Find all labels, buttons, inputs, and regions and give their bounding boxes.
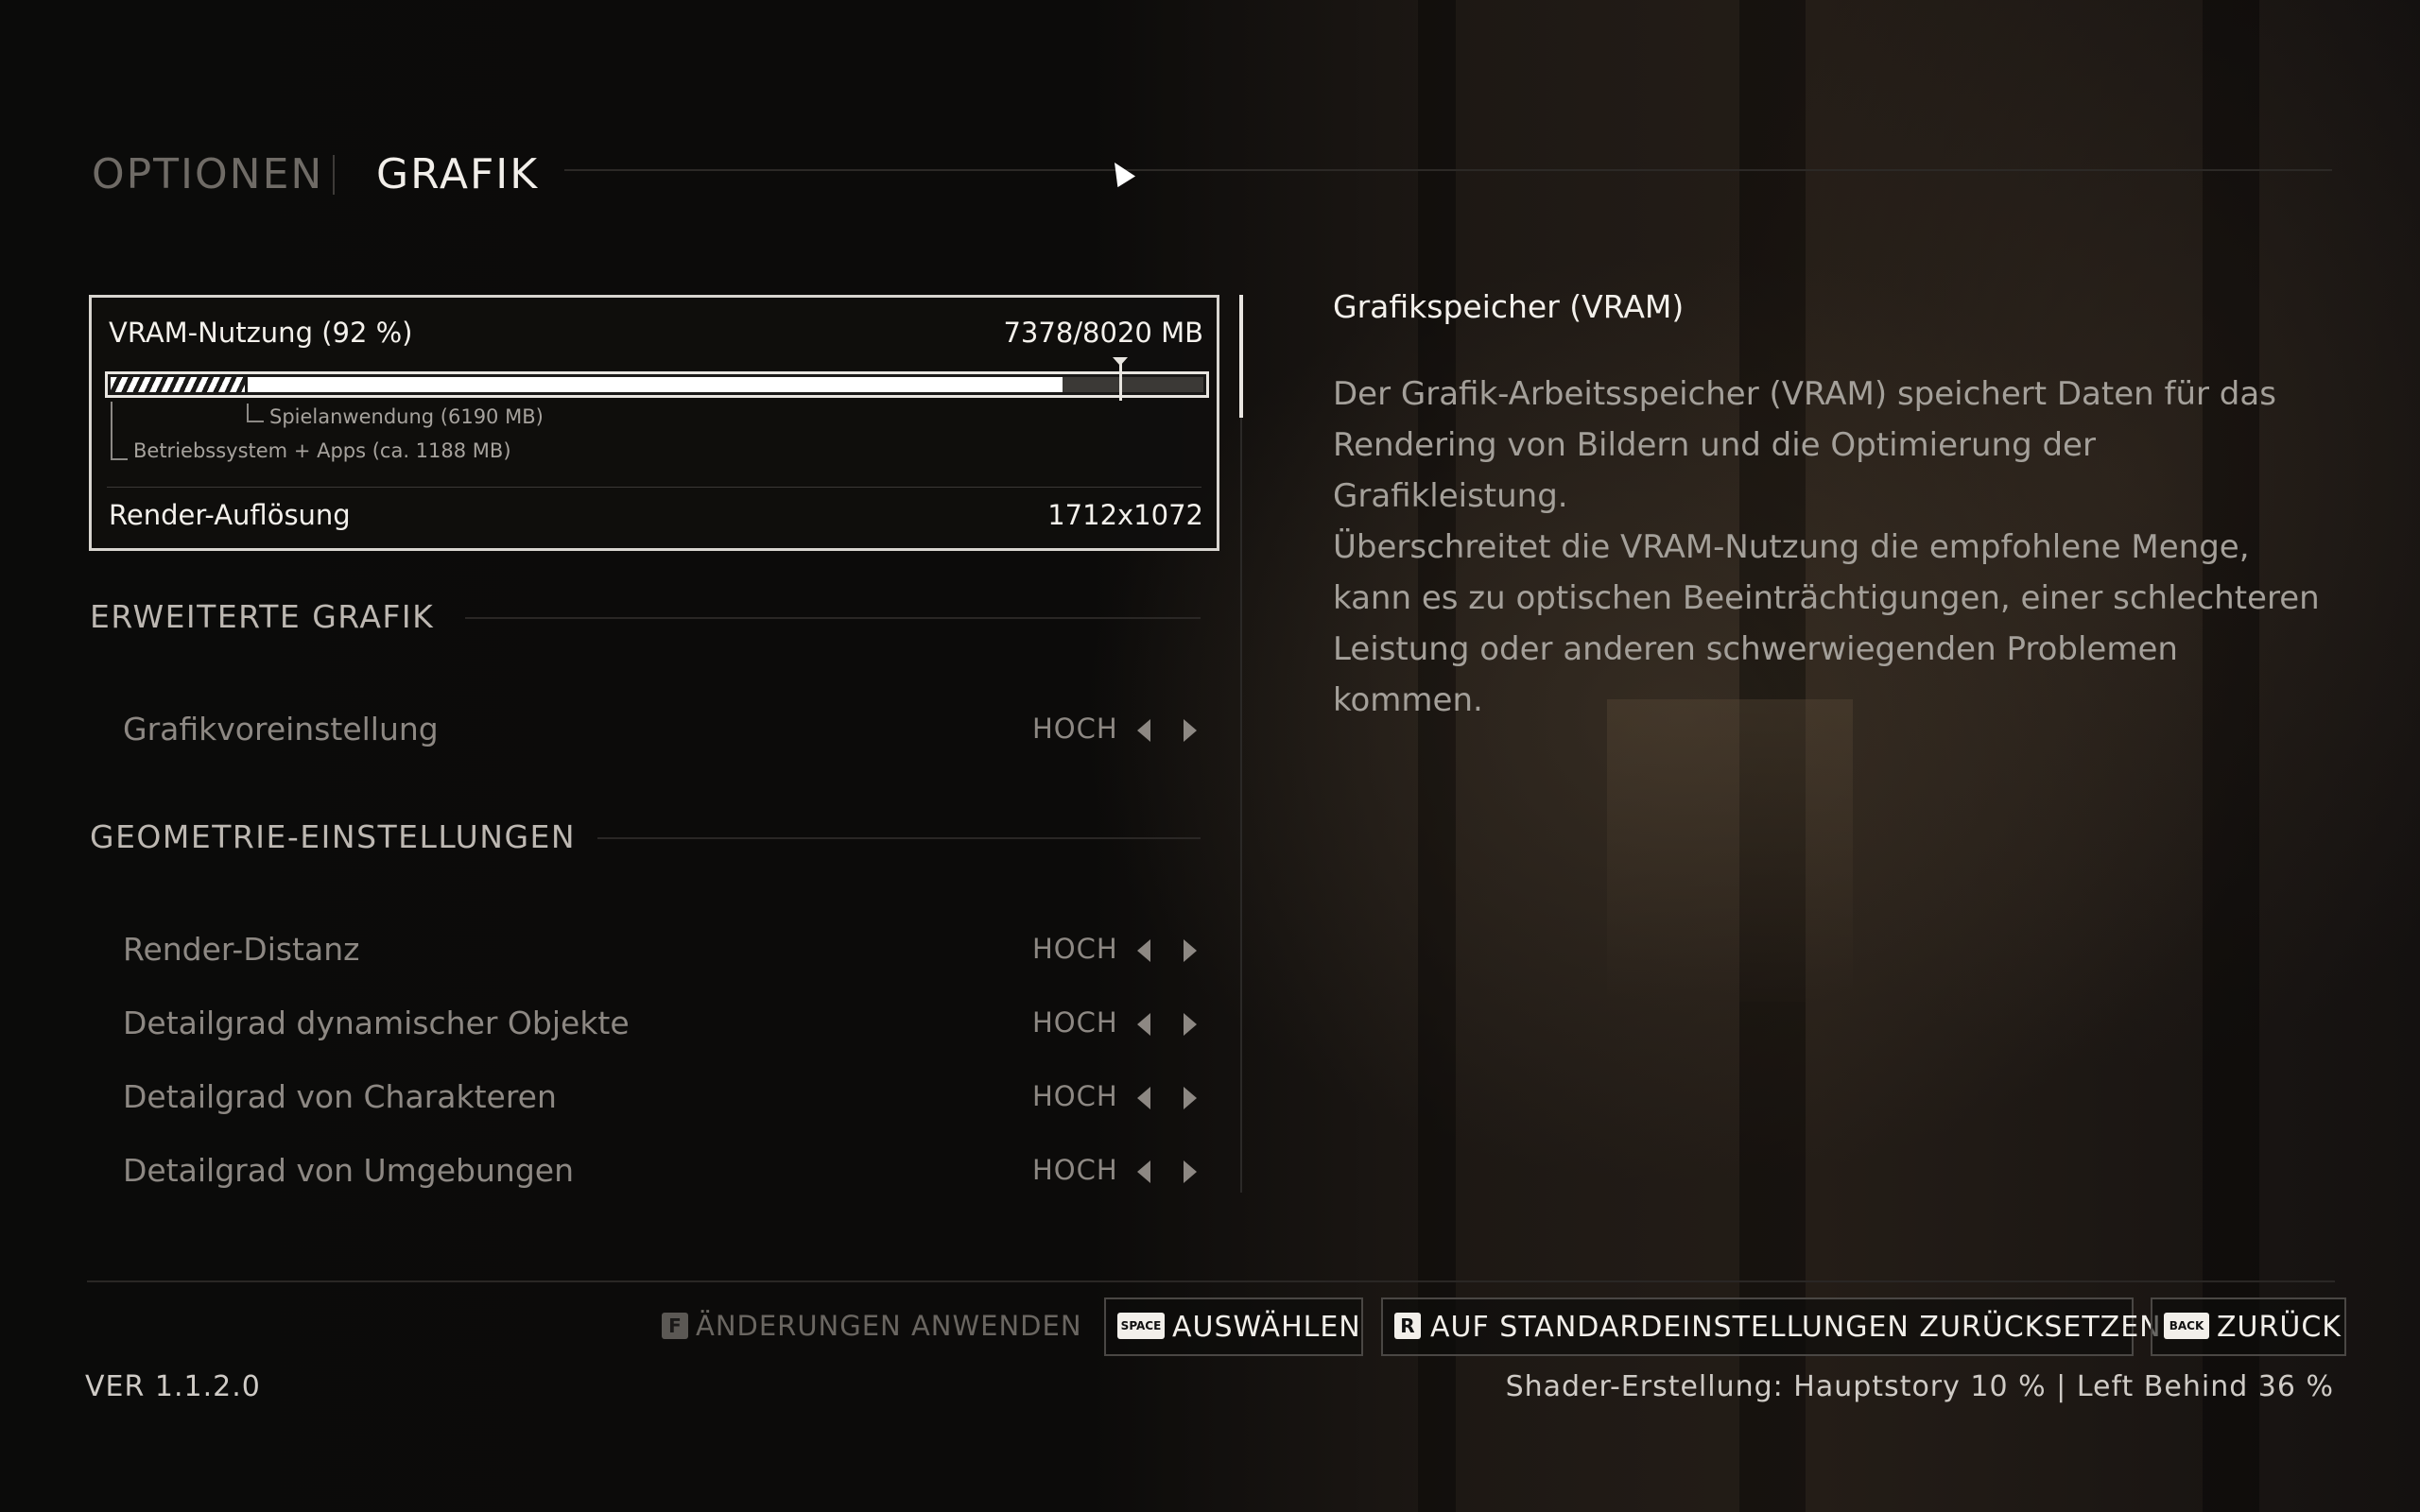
vram-usage-panel[interactable]: VRAM-Nutzung (92 %) 7378/8020 MB Spielan… [89,295,1219,551]
key-f-icon: F [662,1313,688,1339]
vram-bar-os-segment [111,377,245,392]
description-paragraph: Der Grafik-Arbeitsspeicher (VRAM) speich… [1333,375,2276,515]
vram-limit-marker-icon [1113,357,1128,366]
arrow-right-icon[interactable] [1184,1013,1197,1036]
setting-value: HOCH [1032,1080,1118,1112]
tab-grafik[interactable]: GRAFIK [376,142,539,208]
arrow-left-icon[interactable] [1137,1087,1150,1109]
arrow-right-icon[interactable] [1184,719,1197,742]
vram-bar-free-segment [1063,377,1203,392]
apply-changes-label: ÄNDERUNGEN ANWENDEN [696,1310,1082,1342]
key-back-icon: BACK [2164,1313,2209,1339]
arrow-left-icon[interactable] [1137,719,1150,742]
select-label: AUSWÄHLEN [1172,1311,1361,1344]
background-window [1607,699,1853,1002]
divider [107,487,1201,488]
setting-label: Detailgrad von Charakteren [123,1078,557,1115]
vram-usage-bar [105,357,1209,401]
setting-value: HOCH [1032,1154,1118,1186]
background-shadow [2203,0,2259,1512]
setting-label: Detailgrad von Umgebungen [123,1152,575,1189]
setting-label: Detailgrad dynamischer Objekte [123,1005,630,1041]
setting-value: HOCH [1032,713,1118,745]
tab-optionen[interactable]: OPTIONEN [92,142,323,208]
reset-defaults-label: AUF STANDARDEINSTELLUNGEN ZURÜCKSETZEN [1430,1311,2162,1344]
version-label: VER 1.1.2.0 [85,1370,261,1403]
vram-bar-game-segment [248,377,1063,392]
vram-legend-game: Spielanwendung (6190 MB) [269,405,544,428]
setting-detailgrad-von-charakteren[interactable]: Detailgrad von Charakteren HOCH [123,1069,1201,1125]
setting-detailgrad-von-umgebungen[interactable]: Detailgrad von Umgebungen HOCH [123,1143,1201,1199]
shader-compilation-status: Shader-Erstellung: Hauptstory 10 % | Lef… [1505,1370,2334,1403]
apply-changes-button[interactable]: F ÄNDERUNGEN ANWENDEN [662,1310,1082,1348]
setting-value: HOCH [1032,933,1118,965]
arrow-left-icon[interactable] [1137,1013,1150,1036]
arrow-left-icon[interactable] [1137,1160,1150,1183]
section-divider [597,837,1201,839]
setting-value: HOCH [1032,1006,1118,1039]
header-divider [564,169,2332,171]
setting-label: Grafikvoreinstellung [123,711,439,747]
setting-render-distanz[interactable]: Render-Distanz HOCH [123,921,1201,978]
scrollbar-thumb[interactable] [1239,295,1243,418]
setting-detailgrad-dynamischer-objekte[interactable]: Detailgrad dynamischer Objekte HOCH [123,995,1201,1052]
key-r-icon: R [1394,1313,1421,1339]
description-paragraph: Überschreitet die VRAM-Nutzung die empfo… [1333,528,2320,719]
description-title: Grafikspeicher (VRAM) [1333,288,1685,325]
reset-defaults-button[interactable]: R AUF STANDARDEINSTELLUNGEN ZURÜCKSETZEN [1381,1297,2161,1356]
vram-limit-marker [1119,361,1122,401]
vram-legend-os: Betriebssystem + Apps (ca. 1188 MB) [133,439,511,462]
tab-separator [333,155,335,195]
section-title-geometrie-einstellungen: GEOMETRIE-EINSTELLUNGEN [90,818,577,855]
scrollbar-track[interactable] [1240,295,1242,1193]
setting-label: Render-Distanz [123,931,360,968]
section-title-erweiterte-grafik: ERWEITERTE GRAFIK [90,598,435,635]
arrow-left-icon[interactable] [1137,939,1150,962]
back-button[interactable]: BACK ZURÜCK [2151,1297,2346,1356]
section-divider [465,617,1201,619]
render-resolution-value: 1712x1072 [1047,499,1203,531]
setting-grafikvoreinstellung[interactable]: Grafikvoreinstellung HOCH [123,701,1201,758]
render-resolution-label: Render-Auflösung [109,499,351,531]
header-tabs: OPTIONEN GRAFIK [92,142,2332,208]
arrow-right-icon[interactable] [1184,1087,1197,1109]
back-label: ZURÜCK [2217,1311,2342,1344]
vram-usage-value: 7378/8020 MB [1003,317,1203,349]
background-shadow [1418,0,1456,1512]
arrow-right-icon[interactable] [1184,939,1197,962]
select-button[interactable]: SPACE AUSWÄHLEN [1104,1297,1363,1356]
legend-bracket [111,402,128,460]
vram-usage-label: VRAM-Nutzung (92 %) [109,317,413,349]
footer-divider [87,1280,2335,1282]
arrow-right-icon[interactable] [1184,1160,1197,1183]
key-space-icon: SPACE [1117,1313,1165,1339]
legend-bracket [247,404,264,422]
